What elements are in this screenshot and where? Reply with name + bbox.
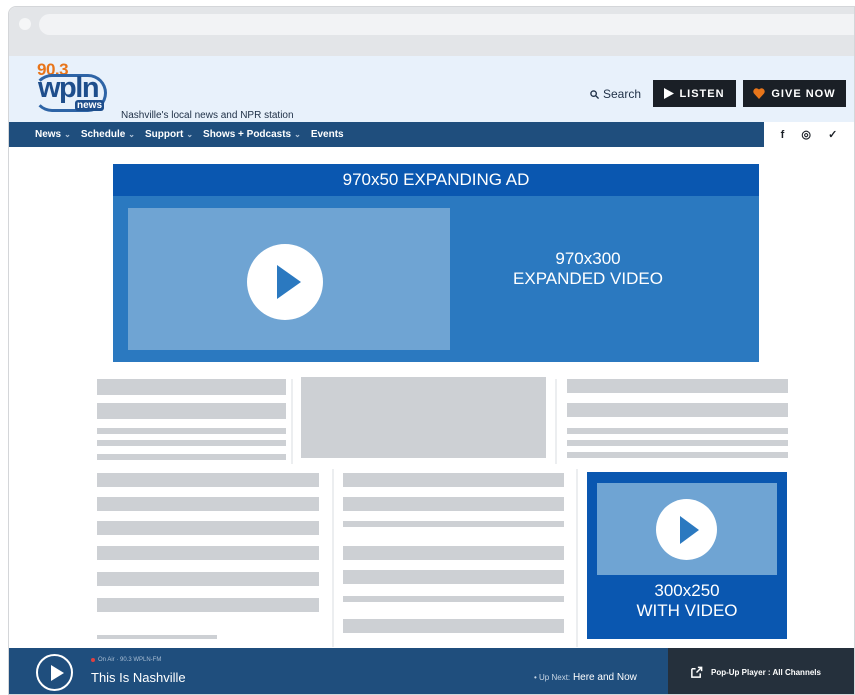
up-next-show: Here and Now	[572, 672, 637, 683]
heart-icon	[753, 88, 766, 99]
placeholder-line	[343, 497, 564, 511]
placeholder-line	[567, 379, 788, 393]
browser-window: 90.3 wpln news Nashville's local news an…	[8, 6, 855, 695]
placeholder-line	[97, 635, 217, 639]
nav-item-schedule[interactable]: Schedule ⌄	[81, 129, 135, 140]
search-label: Search	[603, 87, 642, 101]
placeholder-line	[567, 403, 788, 417]
popup-player-button[interactable]: Pop-Up Player : All Channels	[668, 648, 854, 694]
search-link[interactable]: Search	[590, 87, 641, 101]
placeholder-line	[343, 596, 564, 602]
column-divider	[576, 469, 578, 647]
main-nav: News ⌄ Schedule ⌄ Support ⌄ Shows + Podcast…	[9, 122, 854, 147]
placeholder-line	[567, 428, 788, 434]
placeholder-line	[567, 440, 788, 446]
column-divider	[291, 379, 293, 464]
current-show-title: This Is Nashville	[91, 670, 186, 685]
logo-news-badge: news	[75, 100, 105, 111]
placeholder-line	[97, 403, 286, 419]
placeholder-line	[567, 452, 788, 458]
player-play-button[interactable]	[36, 654, 73, 691]
column-divider	[555, 379, 557, 464]
search-icon	[590, 89, 599, 99]
up-next-label: • Up Next:	[534, 673, 571, 682]
listen-label: LISTEN	[679, 87, 725, 100]
medium-rectangle-video-ad[interactable]: 300x250 WITH VIDEO	[587, 472, 787, 639]
placeholder-line	[343, 570, 564, 584]
social-links: f ◎ ✓	[764, 122, 854, 147]
expanded-video-thumbnail[interactable]	[128, 208, 450, 350]
expanding-ad-label: 970x50 EXPANDING AD	[342, 170, 530, 189]
placeholder-line	[97, 521, 319, 535]
chevron-down-icon: ⌄	[186, 130, 194, 139]
site-header: 90.3 wpln news Nashville's local news an…	[9, 56, 854, 122]
small-video-thumbnail[interactable]	[597, 483, 777, 575]
chevron-down-icon: ⌄	[64, 130, 71, 139]
instagram-icon[interactable]: ◎	[801, 128, 811, 141]
address-bar[interactable]	[39, 14, 854, 35]
site-tagline: Nashville's local news and NPR station	[121, 110, 294, 121]
nav-item-support[interactable]: Support ⌄	[145, 129, 193, 140]
placeholder-line	[97, 379, 286, 395]
up-next[interactable]: • Up Next: Here and Now	[534, 672, 637, 683]
small-ad-label: 300x250 WITH VIDEO	[636, 581, 738, 620]
play-icon[interactable]	[656, 499, 717, 560]
live-dot-icon	[91, 658, 95, 662]
twitter-icon[interactable]: ✓	[828, 128, 837, 141]
play-icon	[664, 88, 675, 99]
give-now-label: GIVE NOW	[771, 87, 836, 100]
on-air-status: On Air · 90.3 WPLN-FM	[91, 657, 161, 663]
nav-item-shows-podcasts[interactable]: Shows + Podcasts ⌄	[203, 129, 301, 140]
placeholder-image	[301, 377, 546, 458]
audio-player-bar: On Air · 90.3 WPLN-FM This Is Nashville …	[9, 648, 854, 694]
listen-button[interactable]: LISTEN	[653, 80, 736, 107]
placeholder-line	[343, 521, 564, 527]
facebook-icon[interactable]: f	[781, 129, 785, 141]
column-divider	[332, 469, 334, 647]
popup-player-label: Pop-Up Player : All Channels	[711, 667, 821, 677]
chevron-down-icon: ⌄	[128, 130, 135, 139]
expanded-video-label: 970x300 EXPANDED VIDEO	[513, 249, 663, 288]
placeholder-line	[97, 428, 286, 434]
browser-chrome	[9, 7, 854, 56]
placeholder-line	[97, 454, 286, 460]
placeholder-line	[97, 497, 319, 511]
window-control-dot[interactable]	[19, 18, 31, 30]
placeholder-line	[343, 619, 564, 633]
placeholder-line	[97, 440, 286, 446]
give-now-button[interactable]: GIVE NOW	[743, 80, 846, 107]
expanded-video-ad[interactable]: 970x300 EXPANDED VIDEO	[113, 196, 759, 362]
site-logo[interactable]: 90.3 wpln news	[33, 60, 113, 118]
chevron-down-icon: ⌄	[294, 130, 301, 139]
play-icon[interactable]	[247, 244, 323, 320]
nav-item-events[interactable]: Events	[311, 129, 344, 140]
placeholder-line	[343, 546, 564, 560]
nav-item-news[interactable]: News ⌄	[35, 129, 71, 140]
placeholder-line	[97, 546, 319, 560]
placeholder-line	[97, 473, 319, 487]
external-link-icon	[691, 666, 703, 678]
expanding-ad-banner[interactable]: 970x50 EXPANDING AD	[113, 164, 759, 196]
placeholder-line	[343, 473, 564, 487]
placeholder-line	[97, 572, 319, 586]
placeholder-line	[97, 598, 319, 612]
